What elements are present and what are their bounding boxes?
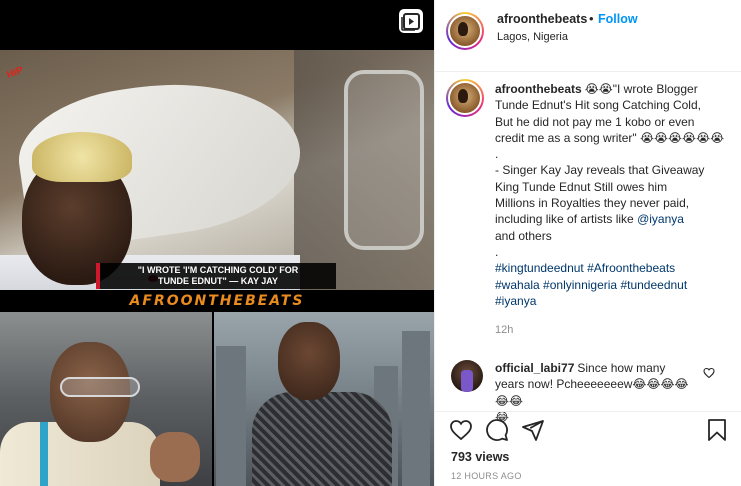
caption-line: and others: [495, 228, 552, 243]
caption-time: 12h: [495, 324, 514, 336]
post-caption: afroonthebeats 😭😭"I wrote Blogger Tunde E…: [495, 81, 735, 309]
avatar[interactable]: [446, 12, 484, 50]
caption-line: including like of artists like: [495, 212, 634, 227]
comment-text: years now! Pcheeeeeeew😂😂😂😂😂😂: [495, 377, 689, 408]
photo-left: [0, 312, 212, 486]
caption-username[interactable]: afroonthebeats: [495, 82, 582, 96]
person-head: [278, 322, 340, 400]
jacket: [252, 392, 392, 486]
building: [402, 331, 430, 486]
comment-icon[interactable]: [485, 418, 509, 442]
hand: [150, 432, 200, 482]
photo-right: [214, 312, 434, 486]
building: [216, 346, 246, 486]
mention-link[interactable]: @iyanya: [637, 212, 684, 226]
video-caption-line1: "I WROTE 'I'M CATCHING COLD' FOR: [137, 265, 299, 275]
caption-line: King Tunde Ednut Still owes him: [495, 179, 668, 194]
follow-button[interactable]: Follow: [598, 12, 638, 26]
post-header: afroonthebeats • Follow Lagos, Nigeria: [435, 0, 741, 72]
hashtag-link[interactable]: #kingtundeednut: [495, 261, 584, 275]
caption-dot: .: [495, 244, 499, 259]
hashtag-link[interactable]: #Afroonthebeats: [587, 261, 675, 275]
video-caption: "I WROTE 'I'M CATCHING COLD' FOR TUNDE E…: [96, 263, 336, 289]
post-media[interactable]: HIP "I WROTE 'I'M CATCHING COLD' FOR TUN…: [0, 0, 434, 486]
sunglasses: [60, 377, 140, 397]
post-timestamp[interactable]: 12 HOURS AGO: [451, 471, 522, 481]
hashtag-link[interactable]: #wahala: [495, 278, 540, 292]
video-frame[interactable]: HIP "I WROTE 'I'M CATCHING COLD' FOR TUN…: [0, 50, 434, 312]
post-sidebar: afroonthebeats • Follow Lagos, Nigeria a…: [434, 0, 741, 486]
caption-line: 😭😭"I wrote Blogger: [584, 82, 698, 96]
comment-heart-icon[interactable]: [703, 367, 715, 379]
location-link[interactable]: Lagos, Nigeria: [497, 31, 568, 43]
shirt-stripe: [40, 422, 48, 486]
view-count[interactable]: 793 views: [451, 450, 509, 464]
separator-dot: •: [589, 11, 594, 26]
action-bar: [435, 416, 741, 446]
heart-icon[interactable]: [449, 418, 473, 442]
caption-dot: .: [495, 147, 499, 162]
share-icon[interactable]: [521, 418, 545, 442]
comment-text: Since how many: [577, 361, 666, 375]
media-letterbox: [0, 0, 434, 50]
video-icon: [399, 9, 423, 33]
comment-username[interactable]: official_labi77: [495, 361, 574, 375]
comment-avatar[interactable]: [451, 360, 483, 392]
header-username[interactable]: afroonthebeats: [497, 12, 587, 26]
bookmark-icon[interactable]: [705, 418, 729, 442]
caption-line: Tunde Ednut's Hit song Catching Cold,: [495, 98, 701, 113]
bed-rail: [344, 70, 424, 250]
caption-line: But he did not pay me 1 kobo or even: [495, 114, 695, 129]
divider: [435, 411, 741, 412]
person-hair: [32, 132, 132, 182]
hashtag-link[interactable]: #tundeednut: [620, 278, 687, 292]
brand-strip: AFROONTHEBEATS: [0, 290, 434, 312]
video-caption-line2: TUNDE EDNUT" — KAY JAY: [158, 276, 278, 286]
hip-logo: HIP: [5, 64, 25, 82]
hashtag-link[interactable]: #iyanya: [495, 294, 536, 308]
caption-line: - Singer Kay Jay reveals that Giveaway: [495, 163, 705, 178]
hashtag-link[interactable]: #onlyinnigeria: [543, 278, 617, 292]
caption-avatar[interactable]: [446, 79, 484, 117]
caption-line: credit me as a song writer" 😭😭😭😭😭😭: [495, 130, 725, 145]
caption-line: Millions in Royalties they never paid,: [495, 196, 690, 211]
